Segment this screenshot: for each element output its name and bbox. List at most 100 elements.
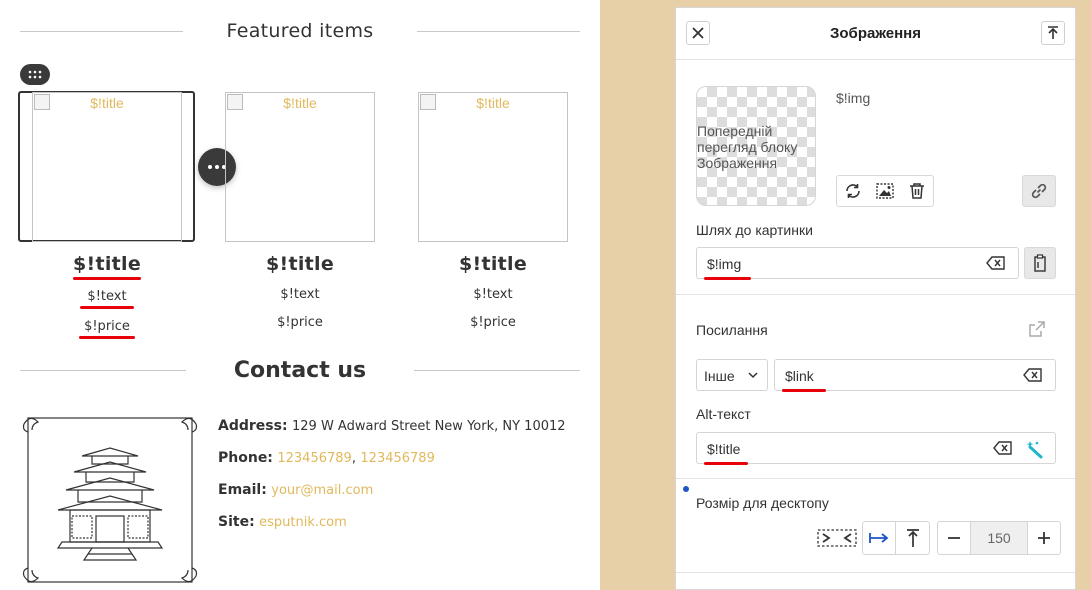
replace-image-button[interactable] (837, 176, 869, 206)
desktop-size-label: Розмір для десктопу (696, 495, 829, 511)
site-link[interactable]: esputnik.com (259, 515, 347, 530)
phone-link-2[interactable]: 123456789 (360, 451, 434, 466)
increase-button[interactable] (1027, 521, 1061, 555)
contact-email: Email: your@mail.com (218, 482, 566, 514)
chevron-down-icon (748, 372, 758, 379)
broken-image-icon (34, 94, 50, 110)
address-label: Address: (218, 418, 288, 434)
fill-width-icon (869, 533, 889, 543)
align-top-icon (906, 529, 919, 547)
product-price[interactable]: $!price (225, 315, 375, 330)
magic-wand-icon[interactable] (1025, 439, 1045, 459)
product-card[interactable]: $!title $!title $!text $!price (18, 91, 195, 339)
product-price[interactable]: $!price (418, 315, 568, 330)
contact-site: Site: esputnik.com (218, 514, 566, 546)
contact-title: Contact us (233, 358, 367, 383)
product-title[interactable]: $!title (418, 253, 568, 275)
refresh-icon (846, 184, 860, 198)
size-value[interactable]: 150 (971, 521, 1027, 555)
address-value: 129 W Adward Street New York, NY 10012 (292, 419, 566, 434)
pagoda-illustration[interactable] (22, 412, 198, 588)
product-image-alt: $!title (283, 95, 317, 111)
image-path-value: $!img (707, 256, 742, 272)
plus-icon (1038, 532, 1050, 544)
contact-details: Address: 129 W Adward Street New York, N… (218, 418, 566, 546)
panel-header: Зображення (676, 8, 1075, 60)
link-value: $link (785, 368, 814, 384)
contact-phone: Phone: 123456789, 123456789 (218, 450, 566, 482)
clear-icon[interactable] (1023, 368, 1043, 382)
email-link[interactable]: your@mail.com (271, 483, 373, 498)
featured-title: Featured items (226, 20, 374, 42)
red-underline (782, 389, 826, 392)
delete-image-button[interactable] (901, 176, 933, 206)
product-title[interactable]: $!title (225, 253, 375, 275)
paste-icon (1034, 254, 1046, 272)
divider (676, 294, 1075, 295)
close-button[interactable] (686, 21, 710, 45)
red-underline (79, 336, 135, 339)
alt-text-input[interactable]: $!title (696, 432, 1056, 465)
phone-separator: , (351, 451, 356, 466)
link-image-button[interactable] (1022, 175, 1056, 207)
preview-alt-text: Попередній перегляд блоку Зображення (697, 123, 798, 171)
decrease-button[interactable] (937, 521, 971, 555)
image-path-label: Шлях до картинки (696, 222, 813, 238)
product-image[interactable]: $!title (225, 92, 375, 242)
image-toolbar (836, 175, 934, 207)
clear-icon[interactable] (993, 441, 1013, 455)
product-title[interactable]: $!title (32, 253, 182, 280)
divider (676, 572, 1075, 573)
product-text[interactable]: $!text (225, 287, 375, 302)
phone-link-1[interactable]: 123456789 (277, 451, 351, 466)
trash-icon (910, 183, 924, 199)
panel-title: Зображення (830, 25, 921, 42)
broken-image-icon (227, 94, 243, 110)
link-type-select[interactable]: Інше (696, 359, 768, 391)
product-card[interactable]: $!title $!title $!text $!price (418, 92, 568, 330)
link-type-value: Інше (704, 368, 735, 384)
paste-path-button[interactable] (1024, 247, 1056, 279)
red-underline (704, 462, 748, 465)
edit-image-button[interactable] (869, 176, 901, 206)
pin-button[interactable] (1041, 21, 1065, 45)
change-indicator (683, 486, 689, 492)
drag-dots-icon (28, 70, 42, 79)
alt-text-value: $!title (707, 441, 741, 457)
block-drag-handle[interactable] (20, 64, 50, 85)
featured-heading: Featured items (20, 20, 580, 42)
broken-image-icon (420, 94, 436, 110)
email-label: Email: (218, 482, 267, 498)
image-variable: $!img (836, 90, 871, 106)
image-path-input[interactable]: $!img (696, 247, 1019, 280)
fit-icon[interactable] (817, 528, 857, 548)
contact-heading: Contact us (20, 358, 581, 383)
phone-label: Phone: (218, 450, 273, 466)
product-text[interactable]: $!text (418, 287, 568, 302)
product-price[interactable]: $!price (32, 319, 182, 339)
external-link-icon[interactable] (1028, 320, 1046, 338)
clear-icon[interactable] (986, 256, 1006, 270)
more-dots-icon (208, 165, 226, 169)
pin-icon (1048, 26, 1058, 39)
divider (20, 370, 186, 371)
product-text[interactable]: $!text (32, 289, 182, 309)
link-label: Посилання (696, 322, 768, 338)
divider (20, 30, 183, 32)
contact-address: Address: 129 W Adward Street New York, N… (218, 418, 566, 450)
link-input[interactable]: $link (774, 359, 1056, 392)
product-image-alt: $!title (90, 95, 124, 111)
size-mode-group (862, 521, 930, 555)
red-underline (704, 277, 751, 280)
product-image[interactable]: $!title (418, 92, 568, 242)
product-image[interactable]: $!title (32, 92, 182, 242)
close-icon (692, 27, 704, 39)
fill-width-button[interactable] (862, 521, 896, 555)
image-preview[interactable]: Попередній перегляд блоку Зображення (696, 86, 816, 206)
product-card[interactable]: $!title $!title $!text $!price (225, 92, 375, 330)
align-top-button[interactable] (896, 521, 930, 555)
product-image-alt: $!title (476, 95, 510, 111)
alt-text-label: Alt-текст (696, 406, 751, 422)
image-settings-panel: Зображення Попередній перегляд блоку Зоб… (675, 7, 1076, 590)
divider (414, 370, 581, 371)
